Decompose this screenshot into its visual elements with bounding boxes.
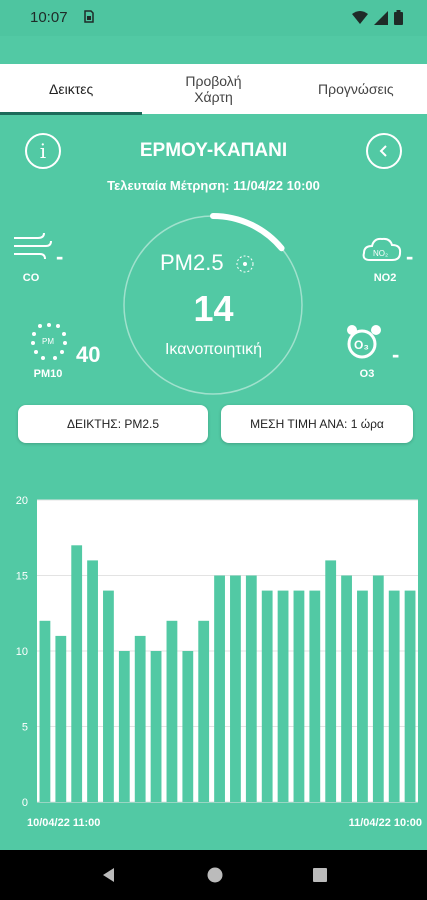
index-selector-button[interactable]: ΔΕΙΚΤΗΣ: PM2.5	[18, 405, 208, 443]
chart-bar-7	[150, 651, 162, 802]
co-label: CO	[22, 272, 40, 284]
x-start-label: 10/04/22 11:00	[27, 817, 100, 829]
o3-label: O3	[359, 368, 375, 380]
chart-bar-18	[325, 560, 337, 802]
wind-co-icon	[14, 232, 52, 260]
status-time: 10:07	[30, 9, 68, 26]
recents-nav-icon[interactable]	[312, 868, 327, 882]
chevron-left-icon	[379, 145, 387, 157]
station-name: ΕΡΜΟΥ-ΚΑΠΑΝΙ	[139, 140, 288, 161]
chart-bar-1	[55, 635, 67, 802]
average-period-button[interactable]: ΜΕΣΗ ΤΙΜΗ ΑΝΑ: 1 ώρα	[221, 405, 413, 443]
svg-text:PM: PM	[42, 337, 54, 346]
chart-bar-4	[103, 590, 114, 802]
y-tick-label: 0	[22, 797, 28, 809]
back-button[interactable]	[366, 133, 402, 169]
chart-bar-0	[39, 620, 51, 802]
pm25-bar-chart: 0 5 10 15 20 10/04/22 11:00 11/04/22 10:00	[16, 495, 422, 829]
pm10-particles-icon: PM	[31, 323, 67, 360]
no2-label: NO2	[373, 272, 397, 284]
system-nav-bar	[0, 850, 427, 900]
battery-icon	[394, 10, 403, 25]
home-nav-icon[interactable]	[207, 867, 223, 883]
sim-card-icon	[84, 10, 94, 26]
last-measurement: Τελευταία Μέτρηση: 11/04/22 10:00	[107, 178, 320, 193]
chart-bar-2	[71, 545, 83, 802]
tab-forecasts[interactable]: Προγνώσεις	[285, 64, 427, 114]
chart-bar-20	[357, 590, 368, 802]
wifi-icon	[352, 10, 368, 24]
cloud-no2-icon: NO₂	[362, 237, 402, 261]
chart-bar-22	[388, 590, 400, 802]
ozone-o3-icon: O₃	[347, 325, 381, 359]
app-bar	[0, 36, 427, 64]
chart-bar-15	[277, 590, 289, 802]
tab-map-view-label: Προβολή Χάρτη	[185, 73, 242, 105]
back-nav-icon[interactable]	[101, 867, 117, 883]
gauge-pollutant: PM2.5	[160, 250, 256, 276]
svg-text:NO₂: NO₂	[373, 249, 388, 258]
chart-bar-9	[182, 651, 194, 802]
status-icons	[352, 10, 403, 25]
pm-particles-icon	[236, 255, 254, 273]
chart-bar-11	[214, 575, 225, 802]
pm10-label: PM10	[33, 368, 63, 380]
chart-bar-10	[198, 620, 210, 802]
chart-bar-12	[230, 575, 241, 802]
chart-bar-21	[372, 575, 384, 802]
chart-bar-19	[341, 575, 352, 802]
chart-bar-8	[166, 620, 178, 802]
o3-value: -	[392, 342, 400, 367]
pm10-value: 40	[76, 342, 101, 367]
y-tick-label: 15	[16, 571, 28, 583]
gauge-pollutant-label: PM2.5	[160, 250, 224, 275]
x-end-label: 11/04/22 10:00	[349, 817, 422, 829]
chart-bar-3	[87, 560, 98, 802]
chart-bar-6	[134, 635, 146, 802]
chart-bar-14	[261, 590, 273, 802]
chart-bar-17	[309, 590, 321, 802]
y-tick-label: 10	[16, 646, 28, 658]
signal-icon	[374, 10, 388, 25]
no2-value: -	[406, 244, 414, 269]
chart-bar-5	[118, 651, 130, 802]
tab-map-view[interactable]: Προβολή Χάρτη	[142, 64, 284, 114]
status-bar: 10:07	[0, 0, 427, 36]
chart-bar-16	[293, 590, 305, 802]
chart-bar-23	[404, 590, 416, 802]
tab-indices[interactable]: Δεικτες	[0, 64, 142, 114]
co-value: -	[56, 244, 64, 269]
svg-text:O₃: O₃	[354, 338, 369, 352]
y-tick-label: 20	[16, 495, 28, 507]
chart-bar-13	[245, 575, 257, 802]
y-tick-label: 5	[22, 722, 28, 734]
active-tab-indicator	[0, 112, 142, 115]
tab-bar: Δεικτες Προβολή Χάρτη Προγνώσεις	[0, 64, 427, 114]
